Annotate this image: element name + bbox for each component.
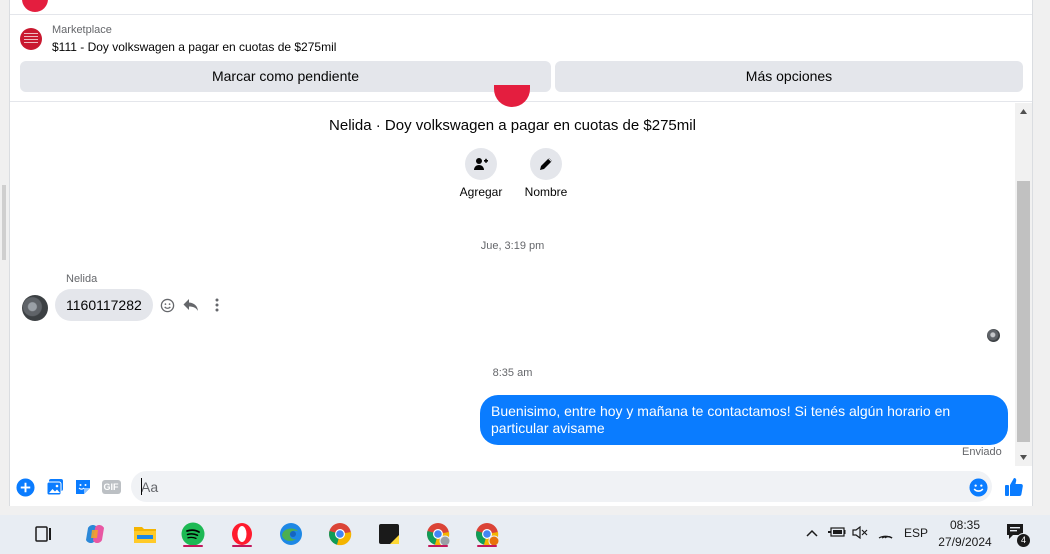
react-emoji-icon[interactable] xyxy=(158,296,176,314)
mark-pending-button[interactable]: Marcar como pendiente xyxy=(20,61,551,92)
chrome-profile-1-icon[interactable] xyxy=(424,520,452,548)
conversation-title: Nelida · Doy volkswagen a pagar en cuota… xyxy=(329,117,696,134)
message-status: Enviado xyxy=(962,446,1002,458)
scrollbar[interactable] xyxy=(1015,103,1032,466)
listing-thumbnail[interactable] xyxy=(20,28,42,50)
running-indicator xyxy=(428,545,448,547)
more-options-button[interactable]: Más opciones xyxy=(555,61,1023,92)
running-indicator xyxy=(477,545,497,547)
add-person-icon[interactable] xyxy=(465,148,497,180)
clock-date: 27/9/2024 xyxy=(938,535,992,549)
chrome-icon[interactable] xyxy=(326,520,354,548)
spotify-icon[interactable] xyxy=(179,520,207,548)
sender-name: Nelida xyxy=(66,273,98,285)
running-indicator xyxy=(183,545,203,547)
avatar[interactable] xyxy=(22,295,48,321)
language-indicator[interactable]: ESP xyxy=(904,526,928,540)
chrome-profile-2-icon[interactable] xyxy=(473,520,501,548)
task-view-icon[interactable] xyxy=(30,520,58,548)
plus-icon[interactable] xyxy=(15,477,35,497)
top-strip xyxy=(10,0,1032,15)
file-explorer-icon[interactable] xyxy=(131,520,159,548)
add-person-action[interactable]: Agregar xyxy=(451,148,511,199)
listing-title[interactable]: $111 - Doy volkswagen a pagar en cuotas … xyxy=(52,40,336,54)
notification-badge: 4 xyxy=(1016,533,1031,548)
nickname-label: Nombre xyxy=(524,185,568,199)
more-vertical-icon[interactable] xyxy=(208,296,226,314)
wifi-icon[interactable] xyxy=(878,526,893,542)
timestamp: Jue, 3:19 pm xyxy=(480,240,545,252)
system-clock[interactable]: 08:35 27/9/2024 xyxy=(930,517,1000,551)
battery-icon[interactable] xyxy=(828,526,846,541)
copilot-icon[interactable] xyxy=(81,520,109,548)
text-caret xyxy=(141,478,142,495)
reply-icon[interactable] xyxy=(182,296,200,314)
scroll-down-arrow-icon[interactable] xyxy=(1015,449,1032,466)
opera-icon[interactable] xyxy=(228,520,256,548)
sticky-notes-icon[interactable] xyxy=(375,520,403,548)
scroll-up-arrow-icon[interactable] xyxy=(1015,103,1032,120)
add-person-label: Agregar xyxy=(459,185,503,199)
edge-icon[interactable] xyxy=(277,520,305,548)
seen-indicator-avatar xyxy=(987,329,1000,342)
outgoing-message[interactable]: Buenisimo, entre hoy y mañana te contact… xyxy=(480,395,1008,445)
message-composer: GIF xyxy=(10,466,1032,506)
profile-picture xyxy=(494,85,530,107)
timestamp: 8:35 am xyxy=(492,367,533,379)
volume-muted-icon[interactable] xyxy=(852,525,868,542)
windows-taskbar: ESP 08:35 27/9/2024 4 xyxy=(0,515,1050,554)
gif-icon[interactable]: GIF xyxy=(101,477,121,497)
like-thumb-icon[interactable] xyxy=(1004,477,1024,497)
clock-time: 08:35 xyxy=(949,518,981,532)
emoji-icon[interactable] xyxy=(968,477,988,497)
nickname-action[interactable]: Nombre xyxy=(516,148,576,199)
message-input[interactable] xyxy=(131,471,992,502)
left-window-edge xyxy=(0,0,9,506)
chat-window: Marketplace $111 - Doy volkswagen a paga… xyxy=(9,0,1033,506)
gif-label: GIF xyxy=(101,480,121,494)
top-avatar[interactable] xyxy=(22,0,48,12)
sticker-icon[interactable] xyxy=(73,477,93,497)
incoming-message[interactable]: 1160117282 xyxy=(55,289,153,321)
running-indicator xyxy=(232,545,252,547)
photo-icon[interactable] xyxy=(45,477,65,497)
marketplace-label: Marketplace xyxy=(52,24,112,36)
message-thread: Nelida · Doy volkswagen a pagar en cuota… xyxy=(10,85,1032,463)
pencil-icon[interactable] xyxy=(530,148,562,180)
notification-center-icon[interactable]: 4 xyxy=(1006,523,1031,548)
left-edge-scroll-hint xyxy=(2,185,6,260)
chevron-up-icon[interactable] xyxy=(806,526,818,540)
scrollbar-thumb[interactable] xyxy=(1017,181,1030,442)
